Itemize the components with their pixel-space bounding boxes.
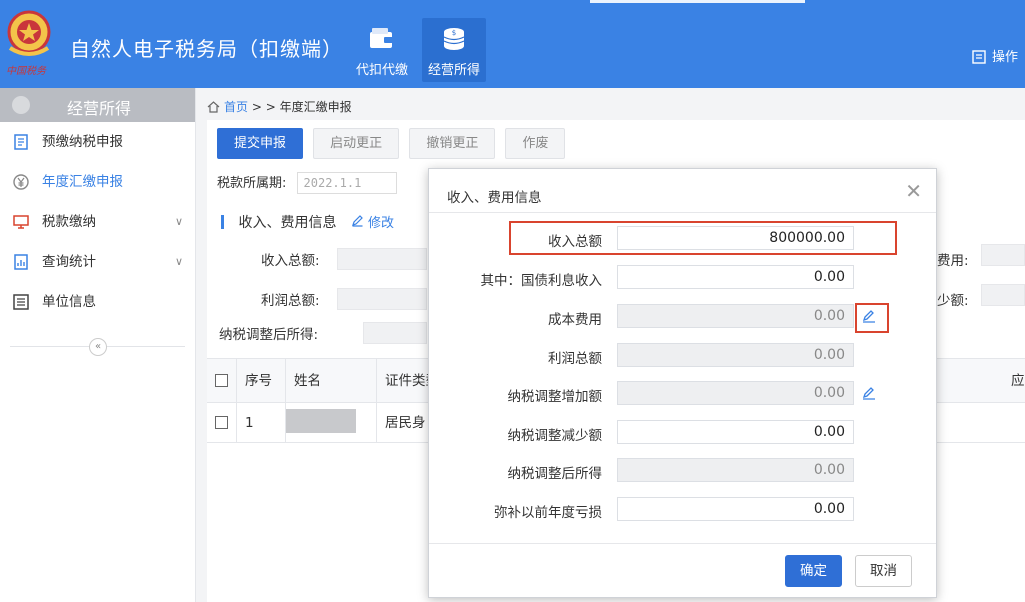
yen-circle-icon [13,174,29,190]
monitor-icon [13,215,29,229]
submit-declaration-button[interactable]: 提交申报 [217,128,304,159]
total-income-field[interactable] [337,248,427,270]
modify-link[interactable]: 修改 [351,215,395,231]
tax-period-field: 2022.1.1 [296,172,397,194]
total-income-label: 收入总额: [261,253,320,269]
sidebar-header: 经营所得 [0,88,195,122]
breadcrumb: 首页 > > 年度汇缴申报 [207,98,352,115]
tab-label: 经营所得 [427,63,480,78]
total-profit-field[interactable] [337,288,427,310]
expense-label: 费用: [937,253,969,269]
tab-withholding[interactable]: 代扣代缴 [350,18,414,82]
breadcrumb-home[interactable]: 首页 [224,100,248,114]
total-profit-label: 利润总额: [261,293,320,309]
row-index: 1 [237,403,286,442]
total-profit-dialog-field: 0.00 [617,343,854,367]
highlight-total-income [509,221,897,255]
collapse-sidebar-button[interactable]: « [89,338,107,356]
cancel-button[interactable]: 取消 [855,555,912,587]
app-title: 自然人电子税务局（扣缴端） [70,37,343,61]
top-header: 中国税务 自然人电子税务局（扣缴端） 代扣代缴 $ 经营所得 操作 [0,0,1025,88]
row-select-cell [207,403,237,442]
breadcrumb-current: 年度汇缴申报 [279,100,352,114]
col-header-payable: 应纳 [1011,373,1025,389]
breadcrumb-separator: > > [251,100,276,114]
pencil-icon [351,215,363,227]
toolbar: 提交申报 启动更正 撤销更正 作废 [217,128,571,159]
select-all-checkbox[interactable] [215,374,228,387]
tax-period-label: 税款所属期: [217,176,287,191]
cancel-correction-button[interactable]: 撤销更正 [409,128,496,159]
loss-offset-label: 弥补以前年度亏损 [494,505,602,521]
form-icon [14,134,28,150]
col-header-index: 序号 [237,359,286,402]
void-button[interactable]: 作废 [505,128,566,159]
svg-text:$: $ [452,29,456,37]
sidebar-item-unit-info[interactable]: 单位信息 [0,282,195,322]
cost-expense-field: 0.00 [617,304,854,328]
decrease-field[interactable] [981,284,1025,306]
list-icon [13,294,29,310]
document-icon [972,50,986,64]
income-expense-dialog: 收入、费用信息 ✕ 收入总额 800000.00 其中：国债利息收入 0.00 … [428,168,937,598]
expense-field[interactable] [981,244,1025,266]
bond-interest-input[interactable]: 0.00 [617,265,854,289]
tax-period: 税款所属期: 2022.1.1 [217,172,397,194]
adjusted-income-field[interactable] [363,322,427,344]
emblem-caption: 中国税务 [6,66,46,77]
sidebar-item-label: 年度汇缴申报 [42,174,123,190]
ops-menu[interactable]: 操作 [972,46,1018,65]
tax-adjust-decrease-input[interactable]: 0.00 [617,420,854,444]
home-icon [207,101,220,113]
dialog-title: 收入、费用信息 [447,190,542,206]
close-icon[interactable]: ✕ [905,179,922,203]
section-title: 收入、费用信息 修改 [221,212,394,232]
loss-offset-input[interactable]: 0.00 [617,497,854,521]
col-header-name: 姓名 [286,359,377,402]
sidebar-item-tax-payment[interactable]: 税款缴纳 ∨ [0,202,195,242]
chevron-down-icon: ∨ [174,255,183,268]
section-accent-bar [221,215,224,229]
decrease-label: 少额: [937,293,969,309]
cost-expense-label: 成本费用 [548,312,602,328]
edit-increase-pencil-icon[interactable] [861,385,877,401]
sidebar: 经营所得 预缴纳税申报 年度汇缴申报 税款缴纳 ∨ 查询统计 ∨ 单位信息 « [0,88,196,602]
sidebar-item-label: 查询统计 [42,254,96,270]
highlight-cost-edit [855,303,889,333]
sidebar-item-prepaid-declaration[interactable]: 预缴纳税申报 [0,122,195,162]
sidebar-item-label: 单位信息 [42,294,96,310]
chart-doc-icon [14,254,28,270]
adjusted-income-dialog-field: 0.00 [617,458,854,482]
dialog-footer-divider [429,543,936,544]
total-profit-dialog-label: 利润总额 [548,351,602,367]
coin-icon [12,96,30,114]
modify-label: 修改 [368,216,395,231]
tax-adjust-increase-label: 纳税调整增加额 [507,389,603,405]
select-all-cell [207,359,237,402]
sidebar-title: 经营所得 [67,99,132,118]
adjusted-income-label: 纳税调整后所得: [219,327,319,343]
sidebar-item-label: 税款缴纳 [42,214,96,230]
tab-label: 代扣代缴 [355,63,408,78]
start-correction-button[interactable]: 启动更正 [313,128,400,159]
section-title-text: 收入、费用信息 [238,215,337,231]
sidebar-item-query-stats[interactable]: 查询统计 ∨ [0,242,195,282]
adjusted-income-dialog-label: 纳税调整后所得 [507,466,603,482]
redacted-name-block [286,409,356,433]
header-accent-line [590,0,805,3]
confirm-button[interactable]: 确定 [785,555,842,587]
tab-business-income[interactable]: $ 经营所得 [422,18,486,82]
row-name-redacted [286,403,377,442]
sidebar-item-annual-declaration[interactable]: 年度汇缴申报 [0,162,195,202]
row-checkbox[interactable] [215,416,228,429]
chevron-down-icon: ∨ [174,215,183,228]
wallet-icon [370,28,393,48]
tax-adjust-decrease-label: 纳税调整减少额 [507,428,603,444]
sidebar-item-label: 预缴纳税申报 [42,134,123,150]
tax-adjust-increase-field: 0.00 [617,381,854,405]
coin-stack-icon: $ [443,28,465,50]
bond-interest-label: 其中：国债利息收入 [480,273,603,289]
ops-label: 操作 [992,50,1019,65]
dialog-header-divider [429,212,936,213]
